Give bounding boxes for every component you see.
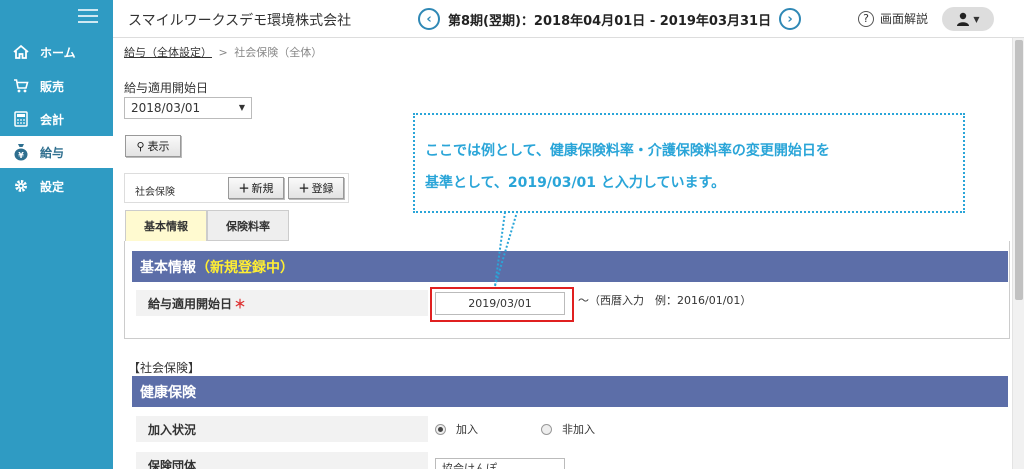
sidebar-item-label: ホーム [40, 45, 76, 60]
breadcrumb: 給与（全体設定） > 社会保険（全体） [124, 44, 322, 60]
union-field-label: 保険団体 [148, 458, 197, 469]
user-icon [957, 12, 970, 26]
register-button[interactable]: ＋ 登録 [288, 177, 344, 199]
sidebar-item-sales[interactable]: 販売 [0, 70, 113, 102]
callout-line-1: ここでは例として、健康保険料率・介護保険料率の変更開始日を [425, 143, 830, 159]
highlight-box [430, 287, 574, 322]
home-icon [12, 43, 30, 61]
caret-down-icon: ▼ [973, 14, 980, 24]
radio-nonjoin[interactable]: 非加入 [541, 421, 595, 437]
union-select[interactable]: 協会けんぽ [435, 458, 565, 469]
tab-label: 保険料率 [226, 219, 270, 233]
vertical-scrollbar[interactable] [1012, 38, 1024, 469]
breadcrumb-link-payroll[interactable]: 給与（全体設定） [124, 46, 212, 59]
sidebar-item-settings[interactable]: 設定 [0, 170, 113, 202]
date-row-label: 給与適用開始日 ＊ [136, 290, 428, 316]
required-mark: ＊ [234, 296, 247, 311]
basic-info-header: 基本情報 （新規登録中） [132, 251, 1008, 282]
callout-line-2: 基準として、2019/03/01 と入力しています。 [425, 175, 726, 191]
sidebar-item-label: 給与 [40, 145, 65, 160]
date-hint: 〜（西暦入力 例：2016/01/01） [578, 294, 752, 307]
gear-icon [12, 177, 30, 195]
new-button-label: 新規 [251, 182, 274, 195]
moneybag-icon: ¥ [12, 143, 30, 161]
tab-basic-info[interactable]: 基本情報 [125, 210, 207, 241]
sidebar-item-label: 会計 [40, 112, 65, 127]
filter-date-label: 給与適用開始日 [124, 81, 209, 95]
sidebar-item-label: 販売 [40, 79, 65, 94]
radio-nonjoin-label: 非加入 [562, 423, 595, 436]
prev-period-button[interactable]: ‹ [418, 8, 440, 30]
next-period-button[interactable]: › [779, 8, 802, 30]
menu-toggle-icon[interactable] [78, 9, 98, 25]
health-insurance-title: 健康保険 [140, 384, 196, 401]
breadcrumb-separator: > [218, 46, 228, 59]
plus-icon: ＋ [238, 182, 250, 195]
sidebar-item-home[interactable]: ホーム [0, 36, 113, 68]
top-header: スマイルワークスデモ環境株式会社 ‹ 第8期(翌期)：2018年04月01日 -… [113, 0, 1024, 38]
basic-info-title: 基本情報 [140, 259, 196, 276]
user-menu-button[interactable]: ▼ [942, 7, 994, 31]
help-link[interactable]: ? 画面解説 [858, 10, 928, 27]
show-button[interactable]: ⚲ 表示 [125, 135, 181, 157]
status-row-label: 加入状況 [136, 416, 428, 442]
date-field-label: 給与適用開始日 [148, 296, 233, 311]
search-icon: ⚲ [136, 139, 145, 153]
cart-icon [12, 77, 30, 95]
tab-label: 基本情報 [144, 220, 188, 233]
health-insurance-header: 健康保険 [132, 376, 1008, 407]
chevron-right-icon: › [787, 11, 793, 27]
radio-join-label: 加入 [456, 423, 478, 436]
show-button-label: 表示 [147, 140, 170, 153]
callout-pointer [494, 211, 518, 287]
sidebar-item-accounting[interactable]: 会計 [0, 103, 113, 135]
caret-down-icon: ▼ [238, 103, 245, 112]
status-badge: （新規登録中） [196, 259, 294, 276]
company-name: スマイルワークスデモ環境株式会社 [128, 13, 352, 29]
union-row-label: 保険団体 [136, 452, 428, 469]
social-insurance-heading: 【社会保険】 [128, 361, 201, 375]
new-button[interactable]: ＋ 新規 [228, 177, 284, 199]
register-button-label: 登録 [311, 182, 334, 195]
filter-date-select[interactable]: 2018/03/01 ▼ [124, 97, 252, 119]
period-text: 第8期(翌期)：2018年04月01日 - 2019年03月31日 [448, 13, 772, 29]
period-selector: ‹ 第8期(翌期)：2018年04月01日 - 2019年03月31日 › [418, 5, 802, 33]
plus-icon: ＋ [298, 182, 310, 195]
tab-insurance-rate[interactable]: 保険料率 [207, 210, 289, 241]
sidebar: ホーム 販売 会計 ¥ 給与 設定 [0, 0, 113, 469]
sidebar-item-payroll[interactable]: ¥ 給与 [0, 136, 113, 168]
question-icon: ? [858, 10, 874, 27]
help-label: 画面解説 [880, 12, 929, 26]
shakai-label: 社会保険 [135, 187, 175, 198]
calculator-icon [12, 110, 30, 128]
union-value: 協会けんぽ [442, 462, 497, 469]
status-field-label: 加入状況 [148, 422, 197, 437]
breadcrumb-current: 社会保険（全体） [234, 46, 323, 59]
radio-unselected-icon [541, 423, 552, 435]
sidebar-item-label: 設定 [40, 179, 65, 194]
svg-text:¥: ¥ [18, 151, 24, 160]
radio-join[interactable]: 加入 [435, 421, 478, 437]
radio-selected-icon [435, 423, 446, 435]
chevron-left-icon: ‹ [426, 11, 432, 27]
tab-bar: 基本情報 保険料率 [125, 210, 289, 241]
filter-date-value: 2018/03/01 [131, 101, 201, 115]
annotation-callout: ここでは例として、健康保険料率・介護保険料率の変更開始日を 基準として、2019… [413, 113, 965, 213]
